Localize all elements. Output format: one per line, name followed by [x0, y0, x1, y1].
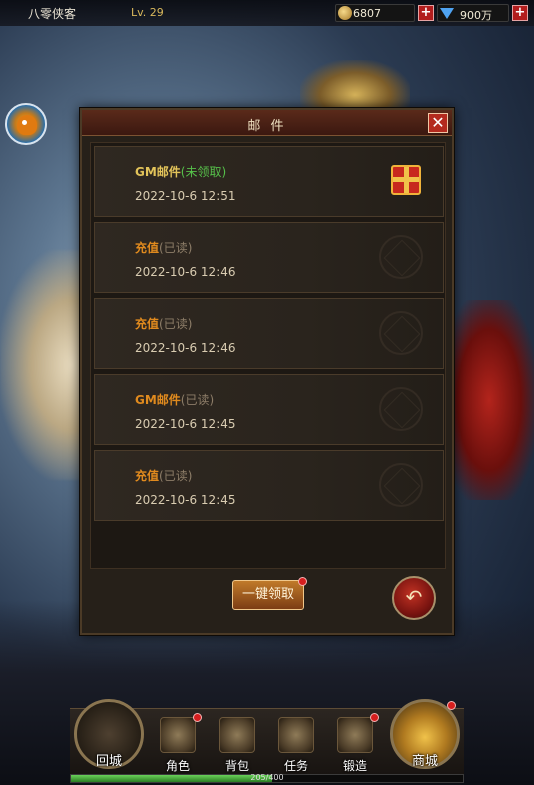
helmet-icon [160, 717, 196, 753]
mail-panel: 邮 件 ✕ GM邮件(未领取) 2022-10-6 12:51 充值(已读) 2… [80, 108, 454, 635]
back-arrow-icon: ↶ [405, 585, 423, 609]
player-name: 八零侠客 [28, 7, 77, 21]
quest-button[interactable]: 任务 [270, 713, 322, 773]
bag-label: 背包 [224, 759, 249, 773]
opened-seal-icon [379, 463, 423, 507]
avatar-face-icon [17, 115, 37, 135]
player-level: Lv. 29 [131, 6, 164, 19]
mail-date: 2022-10-6 12:45 [135, 493, 236, 507]
mail-status: (已读) [180, 393, 215, 407]
mail-panel-title: 邮 件 [247, 119, 287, 134]
diamond-icon [440, 8, 454, 19]
gold-resource: 6807 [335, 4, 415, 22]
mail-item[interactable]: GM邮件(未领取) 2022-10-6 12:51 [94, 146, 444, 217]
mail-subject: GM邮件(未领取) [135, 165, 227, 179]
mail-date: 2022-10-6 12:45 [135, 417, 236, 431]
shop-button[interactable]: 商城 [386, 699, 464, 777]
exp-text: 205/400 [250, 773, 284, 782]
diamond-resource: 900万 [437, 4, 509, 22]
scroll-icon [278, 717, 314, 753]
anvil-icon [337, 717, 373, 753]
opened-seal-icon [379, 387, 423, 431]
mail-list: GM邮件(未领取) 2022-10-6 12:51 充值(已读) 2022-10… [90, 142, 446, 569]
opened-seal-icon [379, 235, 423, 279]
mail-subject: 充值(已读) [135, 241, 193, 255]
alert-dot-icon [193, 713, 202, 722]
close-button[interactable]: ✕ [428, 113, 448, 133]
mail-status: (已读) [159, 469, 193, 483]
alert-dot-icon [447, 701, 456, 710]
diamond-value: 900万 [460, 9, 492, 22]
forge-label: 锻造 [342, 759, 367, 773]
mail-item[interactable]: 充值(已读) 2022-10-6 12:45 [94, 450, 444, 521]
add-gold-button[interactable]: + [418, 5, 434, 21]
forge-button[interactable]: 锻造 [329, 713, 381, 773]
mail-date: 2022-10-6 12:51 [135, 189, 236, 203]
gift-box-icon [391, 165, 421, 195]
gold-value: 6807 [353, 7, 381, 20]
mail-item[interactable]: GM邮件(已读) 2022-10-6 12:45 [94, 374, 444, 445]
mail-item[interactable]: 充值(已读) 2022-10-6 12:46 [94, 222, 444, 293]
mail-panel-header: 邮 件 ✕ [82, 110, 452, 136]
backpack-icon [219, 717, 255, 753]
background-red-armor [444, 300, 534, 500]
town-button[interactable]: 回城 [70, 699, 148, 777]
gold-coin-icon [338, 6, 352, 20]
alert-dot-icon [298, 577, 307, 586]
bottom-nav: 回城 角色 背包 任务 锻造 商城 [70, 699, 464, 778]
claim-all-button[interactable]: 一键领取 [232, 577, 307, 610]
mail-status: (已读) [159, 317, 193, 331]
mail-status: (已读) [159, 241, 193, 255]
avatar-eye-icon [22, 120, 27, 125]
character-button[interactable]: 角色 [152, 713, 204, 773]
claim-all-label: 一键领取 [241, 587, 294, 602]
opened-seal-icon [379, 311, 423, 355]
mail-date: 2022-10-6 12:46 [135, 265, 236, 279]
shop-label: 商城 [411, 754, 438, 769]
back-button[interactable]: ↶ [392, 576, 436, 620]
player-avatar[interactable] [5, 103, 47, 145]
mail-subject: 充值(已读) [135, 317, 193, 331]
character-label: 角色 [165, 759, 190, 773]
mail-date: 2022-10-6 12:46 [135, 341, 236, 355]
mail-item[interactable]: 充值(已读) 2022-10-6 12:46 [94, 298, 444, 369]
mail-subject: GM邮件(已读) [135, 393, 215, 407]
add-diamond-button[interactable]: + [512, 5, 528, 21]
quest-label: 任务 [283, 759, 308, 773]
alert-dot-icon [370, 713, 379, 722]
mail-subject: 充值(已读) [135, 469, 193, 483]
mail-status: (未领取) [180, 165, 227, 179]
exp-bar: 205/400 [70, 773, 464, 783]
bag-button[interactable]: 背包 [211, 713, 263, 773]
town-label: 回城 [95, 754, 122, 769]
top-bar: 八零侠客 Lv. 29 6807 + 900万 + [0, 0, 534, 26]
